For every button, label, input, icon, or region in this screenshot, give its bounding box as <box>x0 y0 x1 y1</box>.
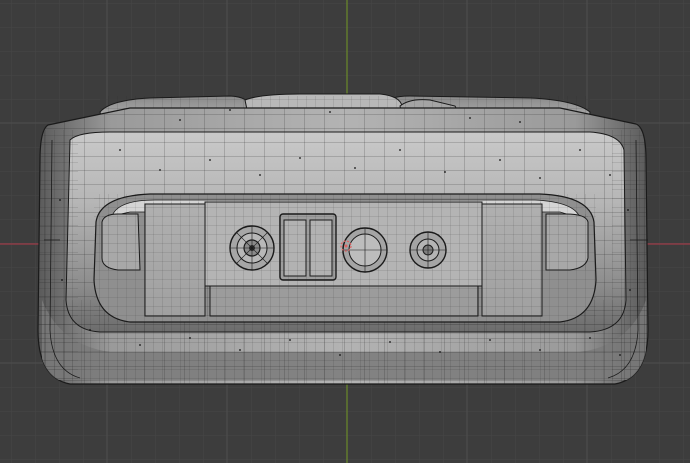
mesh-side-pad-right[interactable] <box>545 213 589 271</box>
viewport-canvas[interactable] <box>0 0 690 463</box>
mesh-port-round-right[interactable] <box>409 231 447 269</box>
3d-viewport[interactable] <box>0 0 690 463</box>
mesh-center-panel[interactable] <box>144 201 543 317</box>
mesh-port-connector[interactable] <box>279 213 337 281</box>
mesh-side-pad-left[interactable] <box>101 213 141 271</box>
mesh-port-dial-left[interactable] <box>229 225 275 271</box>
mesh-object[interactable] <box>37 93 652 390</box>
